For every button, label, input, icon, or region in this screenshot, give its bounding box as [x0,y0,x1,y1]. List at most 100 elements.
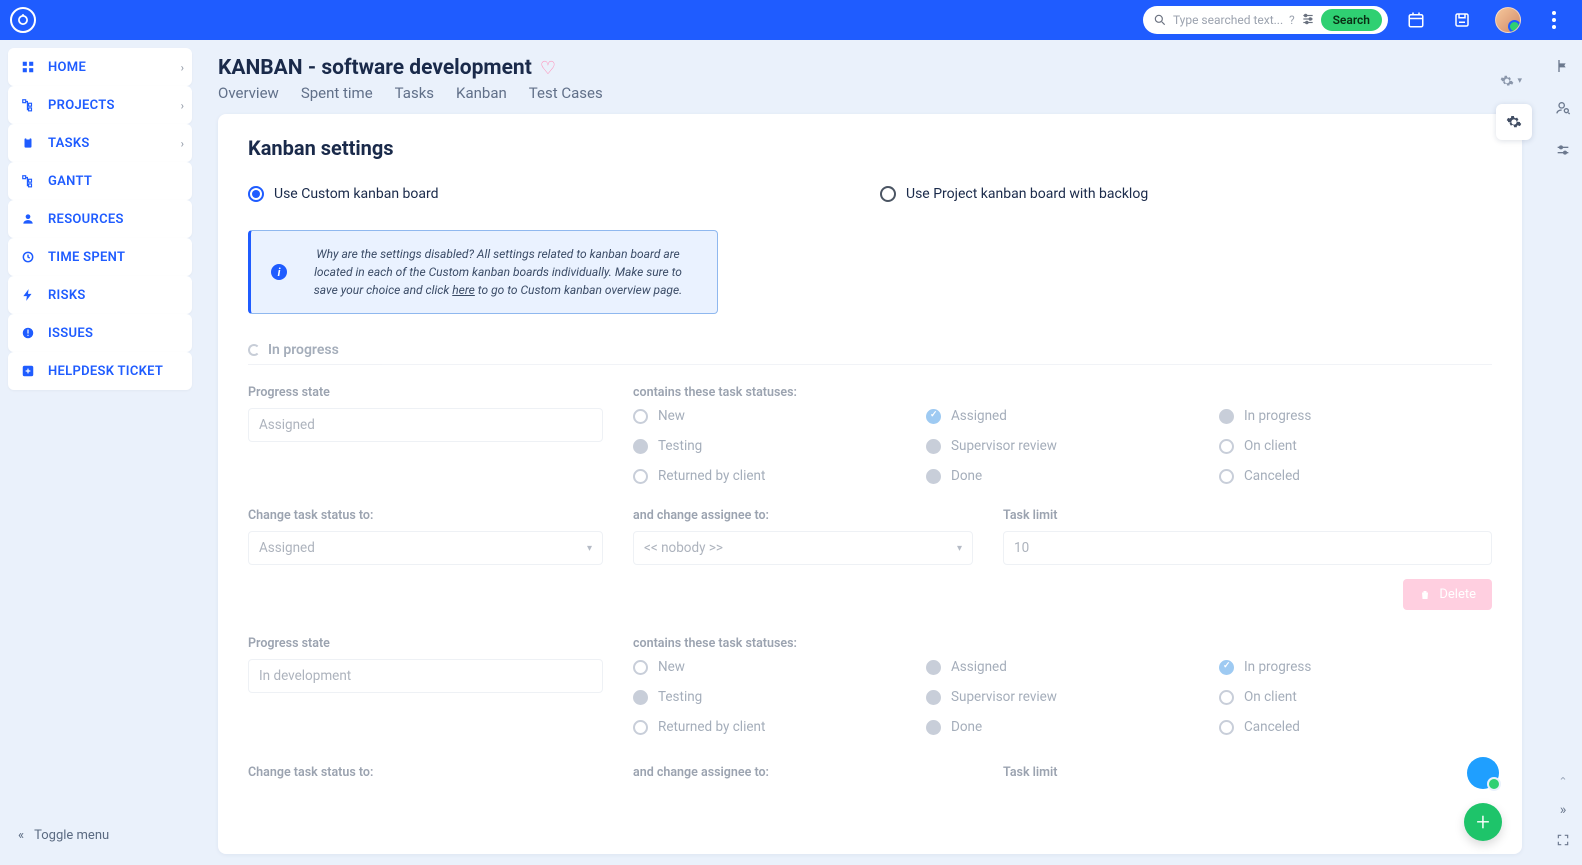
status-option[interactable]: Canceled [1219,719,1492,735]
sidebar-item-projects[interactable]: PROJECTS › [8,86,192,124]
status-option[interactable]: Testing [633,689,906,705]
status-check-icon [633,720,648,735]
sidebar-item-home[interactable]: HOME › [8,48,192,86]
status-option[interactable]: Testing [633,438,906,454]
status-label: Done [951,468,982,484]
card-title: Kanban settings [248,136,1492,160]
status-label: Canceled [1244,468,1300,484]
status-option[interactable]: Done [926,719,1199,735]
status-option[interactable]: Supervisor review [926,689,1199,705]
status-option[interactable]: On client [1219,438,1492,454]
status-label: Supervisor review [951,438,1057,454]
search-help-icons: ? [1289,12,1315,29]
sidebar-item-resources[interactable]: RESOURCES [8,200,192,238]
collapse-icon: « [18,828,24,843]
page-title: KANBAN - software development [218,56,532,80]
user-avatar[interactable] [1490,2,1526,38]
label-progress-state: Progress state [248,636,603,651]
delete-button[interactable]: Delete [1403,579,1492,610]
chevron-right-icon: › [181,61,184,74]
status-check-icon [633,660,648,675]
sliders-icon[interactable] [1301,12,1315,29]
status-check-icon [1219,690,1234,705]
sidebar-item-tasks[interactable]: TASKS › [8,124,192,162]
label-contains-statuses: contains these task statuses: [633,385,1492,400]
sidebar-item-risks[interactable]: RISKS [8,276,192,314]
clipboard-icon [20,136,36,150]
radio-project-label: Use Project kanban board with backlog [906,186,1148,202]
collapse-right-icon[interactable]: » [1560,802,1567,818]
help-icon[interactable]: ? [1289,13,1295,27]
favorite-icon[interactable]: ♡ [540,58,556,79]
sidebar-item-label: HOME [48,60,86,75]
sidebar-item-helpdesk-ticket[interactable]: HELPDESK TICKET [8,352,192,390]
label-task-limit: Task limit [1003,765,1492,780]
status-check-icon [1219,720,1234,735]
sidebar-item-label: PROJECTS [48,98,115,113]
status-option[interactable]: Assigned [926,408,1199,424]
status-check-icon [633,439,648,454]
status-option[interactable]: In progress [1219,408,1492,424]
tab-test-cases[interactable]: Test Cases [529,82,603,104]
app-logo[interactable] [10,7,36,33]
status-option[interactable]: Returned by client [633,468,906,484]
fullscreen-icon[interactable] [1556,832,1570,851]
progress-state-input[interactable] [248,408,603,442]
info-link[interactable]: here [452,283,475,297]
tab-spent-time[interactable]: Spent time [301,82,373,104]
status-label: New [658,659,685,675]
card-settings-icon[interactable] [1496,104,1532,140]
status-option[interactable]: Returned by client [633,719,906,735]
status-label: Assigned [951,408,1007,424]
progress-state-input[interactable] [248,659,603,693]
chat-icon[interactable] [1467,757,1499,789]
search-button[interactable]: Search [1321,9,1382,31]
more-menu-icon[interactable] [1536,2,1572,38]
status-check-icon [633,690,648,705]
status-option[interactable]: Assigned [926,659,1199,675]
radio-custom-kanban[interactable]: Use Custom kanban board [248,186,860,202]
clock-icon [20,250,36,264]
status-check-icon [633,409,648,424]
calendar-icon[interactable] [1398,2,1434,38]
section-title: In progress [268,342,339,358]
person-icon [20,212,36,226]
find-user-icon[interactable] [1555,100,1571,120]
status-option[interactable]: On client [1219,689,1492,705]
task-limit-input[interactable] [1003,531,1492,565]
search-input[interactable] [1173,13,1283,27]
radio-project-kanban[interactable]: Use Project kanban board with backlog [880,186,1492,202]
label-task-limit: Task limit [1003,508,1492,523]
page-header: KANBAN - software development ♡ Overview… [218,50,1522,114]
sidebar-item-label: TASKS [48,136,90,151]
tab-kanban[interactable]: Kanban [456,82,507,104]
status-option[interactable]: New [633,408,906,424]
save-icon[interactable] [1444,2,1480,38]
status-label: On client [1244,689,1297,705]
flag-icon[interactable] [1555,58,1571,78]
sidebar-item-gantt[interactable]: GANTT [8,162,192,200]
label-change-status: Change task status to: [248,765,603,780]
topbar: ? Search [0,0,1582,40]
change-status-select[interactable]: Assigned [248,531,603,565]
tab-overview[interactable]: Overview [218,82,279,104]
tab-tasks[interactable]: Tasks [395,82,434,104]
toggle-menu-button[interactable]: « Toggle menu [8,814,192,857]
bolt-icon [20,288,36,302]
chevron-up-icon[interactable]: ⌃ [1558,775,1567,788]
add-fab[interactable]: + [1464,803,1502,841]
status-option[interactable]: Supervisor review [926,438,1199,454]
status-option[interactable]: New [633,659,906,675]
status-label: Returned by client [658,468,765,484]
status-option[interactable]: Done [926,468,1199,484]
label-change-assignee: and change assignee to: [633,765,973,780]
floating-actions: + [1464,757,1502,841]
status-option[interactable]: Canceled [1219,468,1492,484]
page-settings-menu[interactable]: ▾ [1500,56,1522,88]
status-option[interactable]: In progress [1219,659,1492,675]
delete-label: Delete [1439,587,1476,602]
adjust-icon[interactable] [1555,142,1571,162]
sidebar-item-issues[interactable]: ISSUES [8,314,192,352]
sidebar-item-time-spent[interactable]: TIME SPENT [8,238,192,276]
change-assignee-select[interactable]: << nobody >> [633,531,973,565]
